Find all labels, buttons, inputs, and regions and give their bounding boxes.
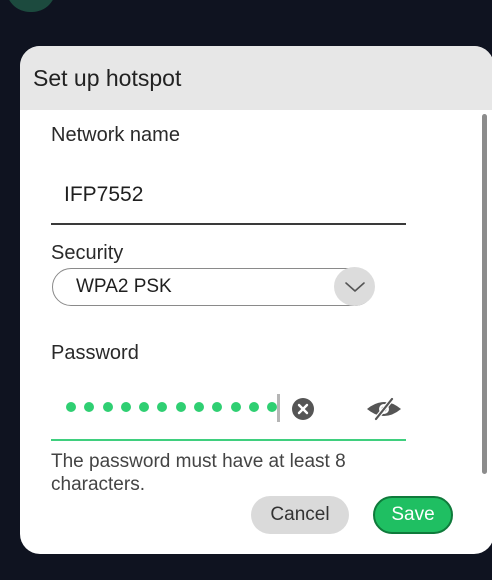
- password-dot: [157, 402, 168, 412]
- network-name-label: Network name: [51, 124, 180, 146]
- text-cursor: [277, 394, 280, 422]
- security-select[interactable]: WPA2 PSK: [52, 267, 375, 306]
- toggle-password-visibility-button[interactable]: [364, 396, 404, 422]
- cancel-button[interactable]: Cancel: [251, 496, 349, 534]
- background-shape: [6, 0, 56, 12]
- save-button[interactable]: Save: [373, 496, 453, 534]
- chevron-down-icon: [344, 281, 365, 292]
- network-name-input[interactable]: IFP7552: [64, 183, 143, 207]
- clear-password-button[interactable]: [292, 398, 314, 420]
- password-dot: [230, 402, 241, 412]
- password-dot: [248, 402, 259, 412]
- password-dot: [194, 402, 205, 412]
- password-underline: [51, 439, 406, 441]
- password-dot: [212, 402, 223, 412]
- eye-off-icon: [367, 396, 401, 422]
- security-label: Security: [51, 242, 124, 264]
- dialog-header: Set up hotspot: [20, 46, 492, 110]
- password-dot: [102, 402, 113, 412]
- password-dot: [175, 402, 186, 412]
- password-input[interactable]: [66, 402, 278, 412]
- password-label: Password: [51, 342, 139, 364]
- network-name-underline: [51, 223, 406, 225]
- password-dot: [139, 402, 150, 412]
- hotspot-dialog: Set up hotspot Network name IFP7552 Secu…: [20, 46, 492, 554]
- clear-circle-icon: [297, 403, 309, 415]
- security-value: WPA2 PSK: [76, 276, 172, 297]
- scrollbar[interactable]: [482, 114, 487, 474]
- password-dot: [120, 402, 131, 412]
- password-dot: [267, 402, 278, 412]
- dialog-title: Set up hotspot: [33, 64, 182, 91]
- password-dot: [84, 402, 95, 412]
- security-dropdown-button[interactable]: [334, 267, 375, 306]
- password-helper-text: The password must have at least 8 charac…: [51, 451, 346, 495]
- password-dot: [66, 402, 76, 412]
